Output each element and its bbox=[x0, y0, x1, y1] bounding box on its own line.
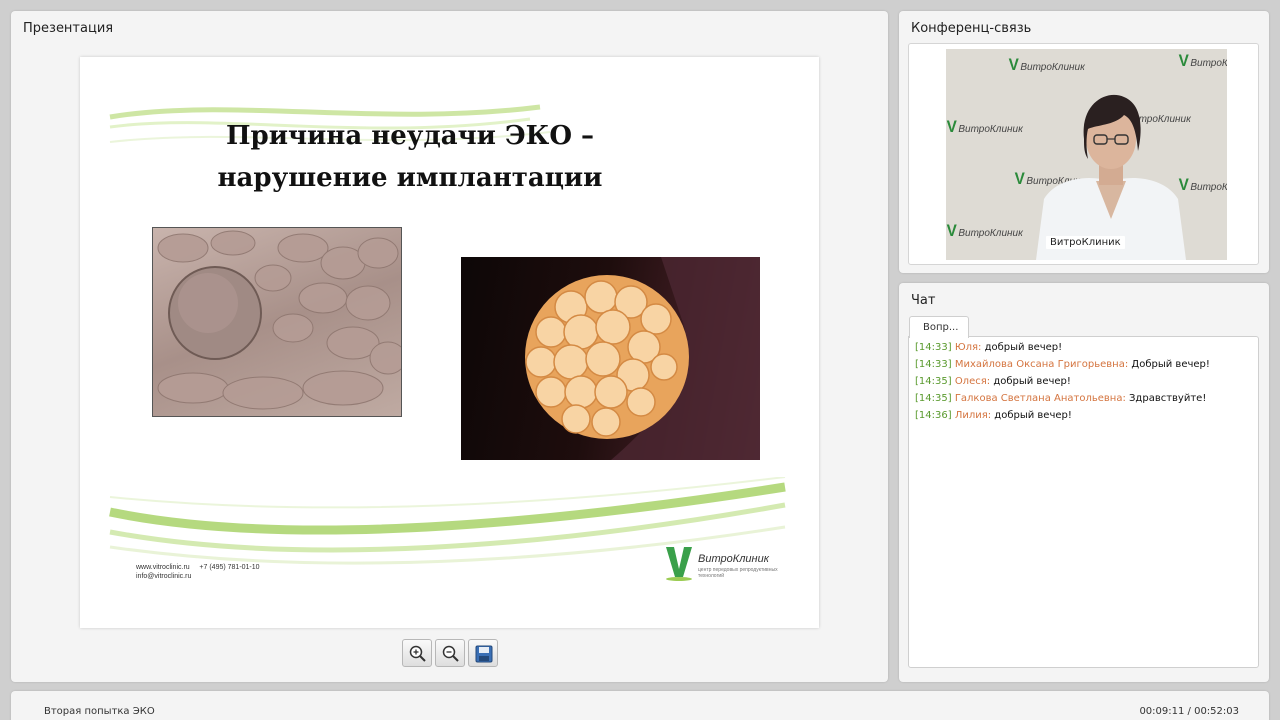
slide: Причина неудачи ЭКО – нарушение импланта… bbox=[80, 57, 819, 628]
vitroclinic-logo: ВитроКлиник центр передовых репродуктивн… bbox=[664, 541, 784, 585]
chat-message: [14:36] Лилия: добрый вечер! bbox=[915, 410, 1072, 421]
slide-contacts: www.vitroclinic.ru +7 (495) 781-01-10 in… bbox=[136, 563, 260, 581]
presentation-title: Презентация bbox=[23, 21, 114, 36]
watermark-logo: VВитроКлиник bbox=[946, 117, 1023, 136]
slide-site: www.vitroclinic.ru bbox=[136, 564, 190, 571]
slide-heading: Причина неудачи ЭКО – нарушение импланта… bbox=[217, 121, 603, 193]
watermark-logo: VВитроКлиник bbox=[1008, 55, 1085, 74]
video-stream[interactable]: VВитроКлиник VВитроКлиник VВитроКлиник V… bbox=[946, 49, 1227, 260]
slide-logo-text: ВитроКлиник bbox=[698, 553, 769, 565]
video-frame: VВитроКлиник VВитроКлиник VВитроКлиник V… bbox=[908, 43, 1259, 265]
conference-title: Конференц-связь bbox=[911, 21, 1032, 36]
save-icon bbox=[475, 645, 493, 663]
slide-logo-subtext: центр передовых репродуктивных технологи… bbox=[698, 567, 778, 579]
event-title: Вторая попытка ЭКО bbox=[44, 706, 155, 717]
watermark-logo: VВитроКлиник bbox=[1178, 51, 1227, 70]
chat-title: Чат bbox=[911, 293, 936, 308]
zoom-out-button[interactable] bbox=[435, 639, 465, 667]
slide-email: info@vitroclinic.ru bbox=[136, 573, 192, 580]
playback-time: 00:09:11 / 00:52:03 bbox=[1139, 706, 1239, 717]
conference-panel: Конференц-связь VВитроКлиник VВитроКлини… bbox=[899, 11, 1269, 273]
chat-message: [14:33] Юля: добрый вечер! bbox=[915, 342, 1063, 353]
zoom-in-button[interactable] bbox=[402, 639, 432, 667]
speaker-image bbox=[1036, 94, 1186, 260]
bottom-bar: Вторая попытка ЭКО 00:09:11 / 00:52:03 bbox=[11, 691, 1269, 720]
chat-messages[interactable]: [14:33] Юля: добрый вечер! [14:33] Михай… bbox=[908, 336, 1259, 668]
slide-phone: +7 (495) 781-01-10 bbox=[199, 564, 260, 571]
tab-questions[interactable]: Вопр... bbox=[909, 316, 969, 338]
zoom-out-icon bbox=[442, 645, 459, 662]
video-label: ВитроКлиник bbox=[1046, 236, 1125, 249]
watermark-logo: VВитроКлиник bbox=[946, 221, 1023, 240]
sem-egg-image bbox=[152, 227, 402, 417]
zoom-in-icon bbox=[409, 645, 426, 662]
save-button[interactable] bbox=[468, 639, 498, 667]
chat-message: [14:35] Олеся: добрый вечер! bbox=[915, 376, 1071, 387]
chat-message: [14:35] Галкова Светлана Анатольевна: Зд… bbox=[915, 393, 1207, 404]
presentation-panel: Презентация Причина неудачи ЭКО – наруше… bbox=[11, 11, 888, 682]
vitroclinic-logo-icon bbox=[666, 547, 692, 581]
chat-panel: Чат Вопр... [14:33] Юля: добрый вечер! [… bbox=[899, 283, 1269, 682]
blastocyst-image bbox=[461, 257, 760, 460]
chat-message: [14:33] Михайлова Оксана Григорьевна: До… bbox=[915, 359, 1210, 370]
